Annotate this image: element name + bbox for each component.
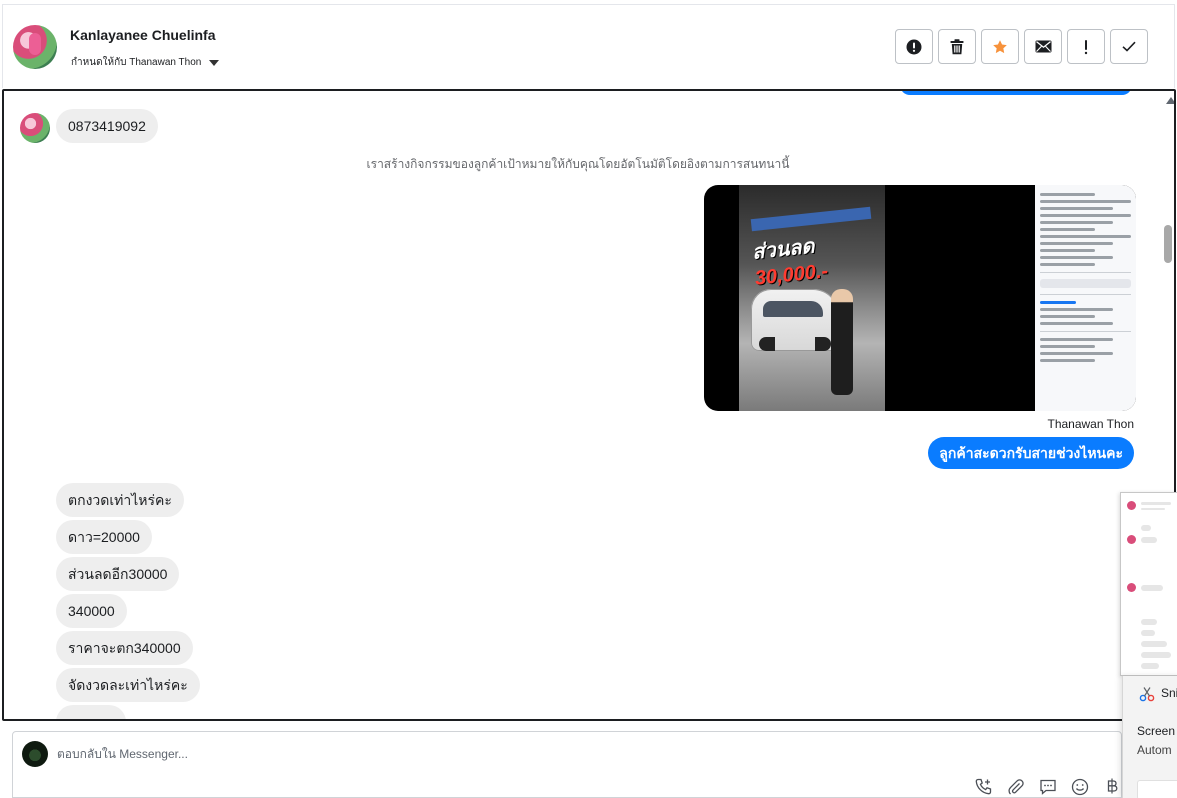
person-image (831, 289, 853, 395)
important-button[interactable] (1067, 29, 1105, 64)
saved-replies-button[interactable] (1037, 776, 1059, 798)
assignee-label: กำหนดให้กับ Thanawan Thon (71, 57, 202, 68)
video-message[interactable]: ส่วนลด 30,000.- (704, 185, 1136, 411)
report-button[interactable] (895, 29, 933, 64)
car-image (751, 289, 839, 351)
page-avatar (22, 741, 48, 767)
assignee-dropdown[interactable]: กำหนดให้กับ Thanawan Thon (71, 55, 220, 70)
incoming-message[interactable]: จัดงวดละเท่าไหร่คะ (56, 668, 200, 702)
delete-button[interactable] (938, 29, 976, 64)
paperclip-icon (1008, 779, 1024, 795)
scrollbar-thumb[interactable] (1164, 225, 1172, 263)
exclamation-icon (1084, 39, 1088, 54)
phone-plus-icon (975, 778, 992, 795)
incoming-message[interactable]: 0873419092 (56, 109, 158, 143)
snipping-tool-notification[interactable]: Sni Screen Autom (1122, 676, 1177, 798)
scissors-icon (1139, 687, 1155, 702)
reply-composer (12, 731, 1122, 798)
conversation-view: Kanlayanee Chuelinfa กำหนดให้กับ Thanawa… (0, 0, 1177, 798)
attach-button[interactable] (1005, 776, 1027, 798)
customer-avatar[interactable] (13, 25, 57, 69)
alert-circle-icon (906, 39, 922, 54)
scroll-up-arrow-icon[interactable] (1166, 97, 1174, 104)
star-icon (993, 39, 1007, 53)
star-button[interactable] (981, 29, 1019, 64)
system-note: เราสร้างกิจกรรมของลูกค้าเป้าหมายให้กับคุ… (366, 157, 790, 171)
incoming-message[interactable]: ตกงวดเท่าไหร่คะ (56, 483, 184, 517)
payment-button[interactable] (1101, 776, 1123, 798)
email-button[interactable] (1024, 29, 1062, 64)
composer-tools (973, 776, 1123, 798)
notification-action-box[interactable] (1137, 780, 1177, 798)
done-button[interactable] (1110, 29, 1148, 64)
baht-icon (1107, 778, 1118, 794)
emoji-button[interactable] (1069, 776, 1091, 798)
conversation-header: Kanlayanee Chuelinfa กำหนดให้กับ Thanawa… (2, 4, 1175, 88)
incoming-message[interactable]: ดาว=20000 (56, 520, 152, 554)
check-icon (1122, 41, 1136, 52)
customer-message-avatar (20, 113, 50, 143)
smiley-icon (1071, 778, 1089, 796)
notification-line-2: Autom (1137, 743, 1172, 757)
caret-down-icon (209, 59, 220, 66)
notification-line-1: Screen (1137, 724, 1176, 738)
trash-icon (950, 38, 964, 54)
incoming-message-partial[interactable] (56, 705, 126, 719)
previous-outgoing-bubble (900, 91, 1132, 95)
media-overlay-text: ส่วนลด 30,000.- (751, 235, 830, 290)
customer-name[interactable]: Kanlayanee Chuelinfa (70, 27, 216, 43)
incoming-message[interactable]: ส่วนลดอีก30000 (56, 557, 180, 591)
incoming-message[interactable]: ราคาจะตก340000 (56, 631, 193, 665)
post-screenshot (1035, 185, 1136, 411)
envelope-icon (1035, 40, 1051, 53)
chat-bubble-icon (1040, 779, 1056, 795)
header-actions (895, 29, 1148, 64)
reply-input[interactable] (57, 744, 657, 764)
incoming-message[interactable]: 340000 (56, 594, 127, 628)
notification-title: Sni (1161, 686, 1177, 700)
message-thread[interactable]: 0873419092 เราสร้างกิจกรรมของลูกค้าเป้าห… (2, 89, 1176, 721)
call-button[interactable] (973, 776, 995, 798)
screenshot-thumbnail[interactable] (1120, 492, 1177, 676)
outgoing-message[interactable]: ลูกค้าสะดวกรับสายช่วงไหนคะ (928, 437, 1134, 469)
video-frame-image: ส่วนลด 30,000.- (739, 185, 885, 411)
sender-name: Thanawan Thon (1047, 417, 1134, 431)
